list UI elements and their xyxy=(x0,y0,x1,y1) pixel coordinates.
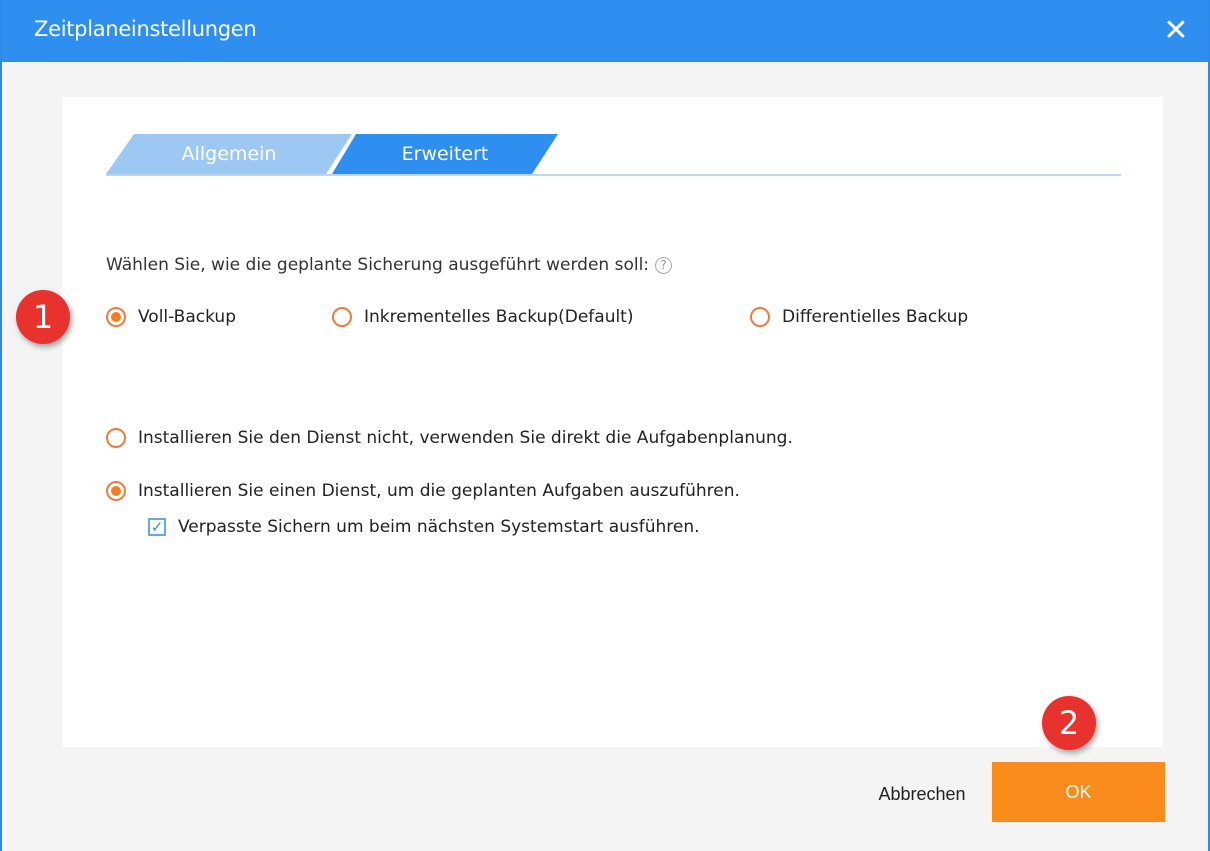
radio-differential-backup-label: Differentielles Backup xyxy=(782,307,969,327)
radio-no-service[interactable]: Installieren Sie den Dienst nicht, verwe… xyxy=(106,428,793,448)
cancel-button[interactable]: Abbrechen xyxy=(852,772,992,816)
tab-bar: Allgemein Erweitert xyxy=(106,134,1121,176)
ok-button[interactable]: OK xyxy=(992,762,1165,822)
checkbox-checked-icon[interactable]: ✓ xyxy=(148,518,166,536)
radio-full-backup-label: Voll-Backup xyxy=(138,307,236,327)
backup-method-question: Wählen Sie, wie die geplante Sicherung a… xyxy=(106,255,673,275)
radio-button[interactable] xyxy=(106,428,126,448)
tab-general[interactable]: Allgemein xyxy=(106,134,352,174)
radio-install-service[interactable]: Installieren Sie einen Dienst, um die ge… xyxy=(106,481,740,501)
settings-panel: Allgemein Erweitert Wählen Sie, wie die … xyxy=(62,97,1163,747)
radio-incremental-backup-label: Inkrementelles Backup(Default) xyxy=(364,307,634,327)
close-icon[interactable]: ✕ xyxy=(1158,13,1194,49)
radio-incremental-backup[interactable]: Inkrementelles Backup(Default) xyxy=(332,307,634,327)
step-badge-2: 2 xyxy=(1042,696,1096,750)
radio-button[interactable] xyxy=(332,307,352,327)
radio-no-service-label: Installieren Sie den Dienst nicht, verwe… xyxy=(138,428,793,448)
radio-button[interactable] xyxy=(106,307,126,327)
radio-full-backup[interactable]: Voll-Backup xyxy=(106,307,236,327)
tab-underline xyxy=(106,174,1121,176)
backup-method-question-text: Wählen Sie, wie die geplante Sicherung a… xyxy=(106,255,650,275)
help-icon[interactable]: ? xyxy=(655,257,673,274)
missed-backup-checkbox-row[interactable]: ✓ Verpasste Sichern um beim nächsten Sys… xyxy=(148,517,700,537)
radio-differential-backup[interactable]: Differentielles Backup xyxy=(750,307,968,327)
schedule-settings-dialog: Zeitplaneinstellungen ✕ Allgemein Erweit… xyxy=(0,0,1210,851)
step-badge-1: 1 xyxy=(16,290,70,344)
dialog-title: Zeitplaneinstellungen xyxy=(34,17,257,41)
radio-button[interactable] xyxy=(106,481,126,501)
title-bar: Zeitplaneinstellungen ✕ xyxy=(2,0,1208,62)
missed-backup-label: Verpasste Sichern um beim nächsten Syste… xyxy=(178,517,700,537)
radio-install-service-label: Installieren Sie einen Dienst, um die ge… xyxy=(138,481,740,501)
radio-button[interactable] xyxy=(750,307,770,327)
tab-advanced[interactable]: Erweitert xyxy=(332,134,558,174)
